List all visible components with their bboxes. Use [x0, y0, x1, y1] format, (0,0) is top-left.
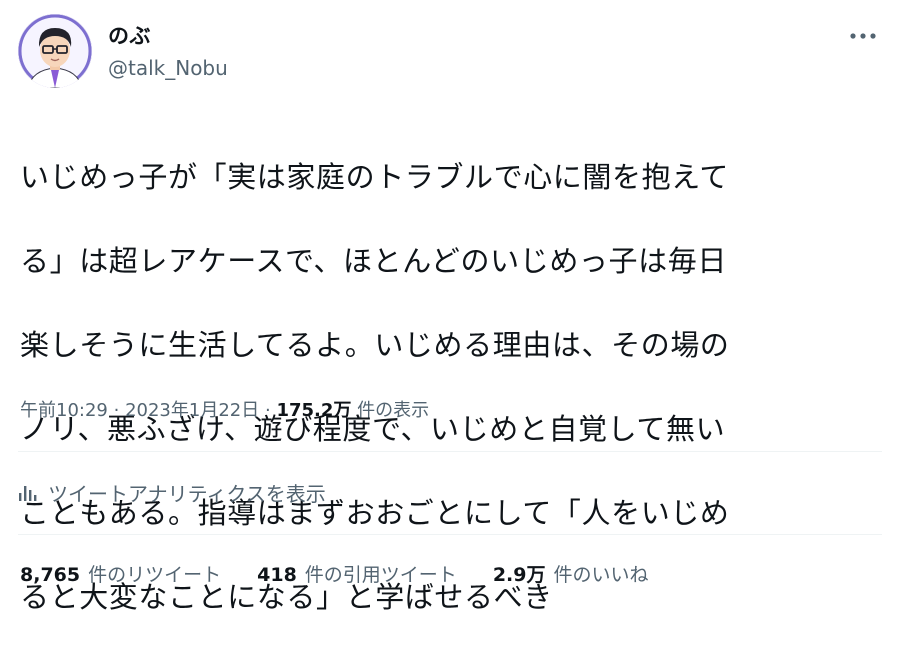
meta-separator: ·: [264, 400, 271, 421]
bar-chart-icon: [19, 486, 37, 501]
tweet-text-line: いじめっ子が「実は家庭のトラブルで心に闇を抱えて: [20, 160, 729, 194]
tweet-meta: 午前10:29 · 2023年1月22日 · 175.2万 件の表示: [20, 397, 429, 425]
tweet-date[interactable]: 2023年1月22日: [125, 400, 259, 421]
view-analytics-link[interactable]: ツイートアナリティクスを表示: [18, 478, 326, 506]
user-handle[interactable]: @talk_Nobu: [108, 54, 228, 82]
retweets-stat[interactable]: 8,765 件のリツイート: [20, 560, 221, 587]
divider: [18, 451, 882, 452]
views-count: 175.2万: [276, 400, 352, 421]
views-label: 件の表示: [357, 400, 430, 421]
likes-stat[interactable]: 2.9万 件のいいね: [493, 560, 649, 587]
likes-label: 件のいいね: [553, 563, 649, 586]
more-dots-icon: [850, 33, 876, 39]
retweets-label: 件のリツイート: [88, 563, 222, 586]
analytics-label: ツイートアナリティクスを表示: [48, 481, 326, 506]
tweet-time[interactable]: 午前10:29: [20, 400, 108, 421]
divider: [18, 534, 882, 535]
tweet-stats: 8,765 件のリツイート 418 件の引用ツイート 2.9万 件のいいね: [20, 558, 649, 588]
retweets-count: 8,765: [20, 563, 81, 586]
tweet-text-line: 楽しそうに生活してるよ。いじめる理由は、その場の: [20, 328, 730, 362]
display-name[interactable]: のぶ: [108, 22, 151, 50]
cartoon-man-with-glasses-avatar: [18, 14, 92, 88]
more-options-button[interactable]: [848, 26, 878, 46]
quotes-count: 418: [257, 563, 297, 586]
avatar[interactable]: [18, 14, 92, 88]
tweet-text-line: る」は超レアケースで、ほとんどのいじめっ子は毎日: [20, 244, 727, 278]
quotes-stat[interactable]: 418 件の引用ツイート: [257, 560, 457, 587]
quotes-label: 件の引用ツイート: [304, 563, 457, 586]
likes-count: 2.9万: [492, 563, 546, 586]
meta-separator: ·: [113, 400, 120, 421]
